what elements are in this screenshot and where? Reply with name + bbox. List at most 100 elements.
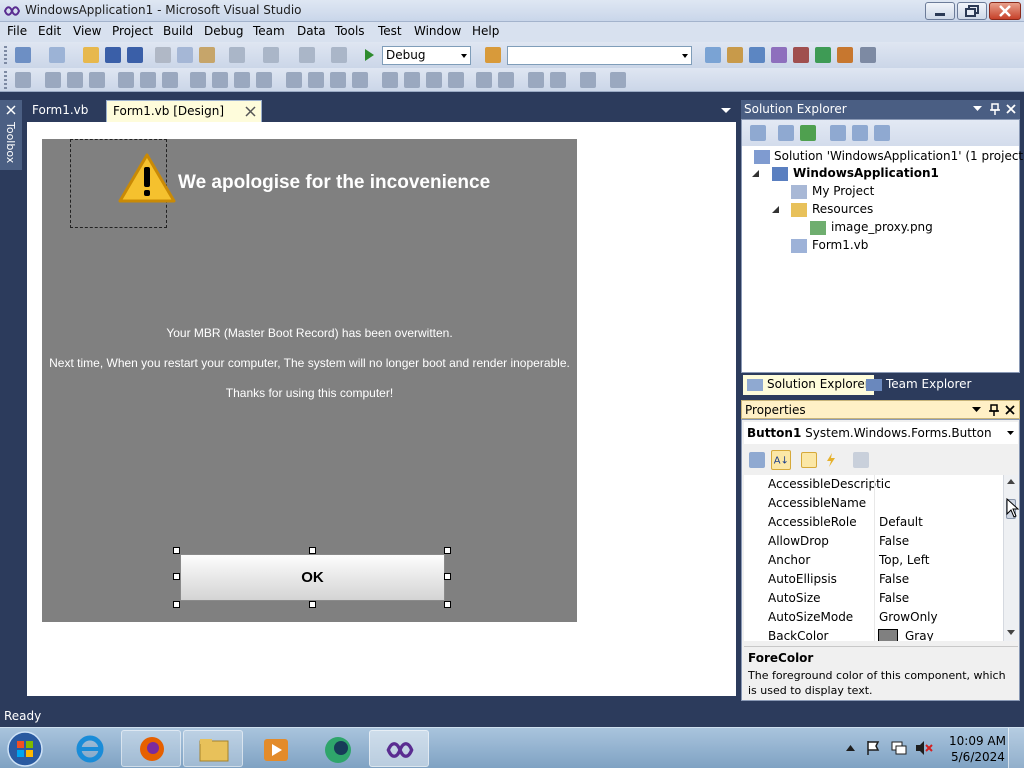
restore-button[interactable] — [957, 2, 987, 20]
bring-to-front-icon[interactable] — [528, 72, 544, 88]
resize-handle[interactable] — [173, 547, 180, 554]
action-center-icon[interactable] — [866, 740, 880, 756]
resize-handle[interactable] — [309, 547, 316, 554]
paste-icon[interactable] — [199, 47, 215, 63]
property-row[interactable]: AccessibleRole Default — [744, 513, 1002, 532]
menu-tools[interactable]: Tools — [335, 24, 365, 38]
menu-file[interactable]: File — [7, 24, 27, 38]
tab-order-icon[interactable] — [580, 72, 596, 88]
menu-window[interactable]: Window — [414, 24, 461, 38]
clock-time[interactable]: 10:09 AM — [949, 734, 1006, 748]
form-designer[interactable]: We apologise for the incovenience Your M… — [42, 139, 577, 622]
taskbar-media-player[interactable] — [245, 730, 305, 767]
send-to-back-icon[interactable] — [550, 72, 566, 88]
resize-handle[interactable] — [173, 573, 180, 580]
align-lefts-icon[interactable] — [45, 72, 61, 88]
taskbar-visual-studio[interactable] — [369, 730, 429, 767]
make-vspacing-equal-icon[interactable] — [382, 72, 398, 88]
events-icon[interactable] — [823, 452, 839, 468]
volume-muted-icon[interactable] — [914, 740, 934, 756]
center-horizontally-icon[interactable] — [476, 72, 492, 88]
tree-my-project[interactable]: My Project — [812, 184, 874, 198]
remove-vspacing-icon[interactable] — [448, 72, 464, 88]
align-centers-icon[interactable] — [67, 72, 83, 88]
property-row[interactable]: BackColor Gray — [744, 627, 1002, 641]
solution-explorer-icon[interactable] — [705, 47, 721, 63]
network-icon[interactable] — [890, 740, 908, 756]
toolbox-icon[interactable] — [771, 47, 787, 63]
align-rights-icon[interactable] — [89, 72, 105, 88]
show-all-files-icon[interactable] — [778, 125, 794, 141]
picturebox-warning[interactable] — [70, 139, 176, 228]
scroll-down-icon[interactable] — [1006, 629, 1016, 637]
view-class-diagram-icon[interactable] — [874, 125, 890, 141]
menu-project[interactable]: Project — [112, 24, 153, 38]
add-item-icon[interactable] — [49, 47, 65, 63]
view-designer-icon[interactable] — [852, 125, 868, 141]
property-row[interactable]: AccessibleName — [744, 494, 1002, 513]
lock-controls-icon[interactable] — [610, 72, 626, 88]
resize-handle[interactable] — [309, 601, 316, 608]
menu-team[interactable]: Team — [253, 24, 285, 38]
remove-hspacing-icon[interactable] — [352, 72, 368, 88]
alphabetical-icon[interactable]: A↓ — [771, 450, 791, 470]
undo-icon[interactable] — [229, 47, 245, 63]
make-same-height-icon[interactable] — [212, 72, 228, 88]
dropdown-icon[interactable] — [972, 407, 981, 413]
close-icon[interactable] — [1006, 104, 1016, 114]
tree-image-proxy[interactable]: image_proxy.png — [831, 220, 933, 234]
decrease-hspacing-icon[interactable] — [330, 72, 346, 88]
menu-test[interactable]: Test — [378, 24, 402, 38]
show-desktop-button[interactable] — [1008, 728, 1024, 768]
menu-help[interactable]: Help — [472, 24, 499, 38]
start-page-icon[interactable] — [815, 47, 831, 63]
resize-handle[interactable] — [173, 601, 180, 608]
close-icon[interactable] — [1005, 405, 1015, 415]
close-button[interactable] — [989, 2, 1021, 20]
new-project-icon[interactable] — [15, 47, 31, 63]
taskbar-ie[interactable] — [59, 730, 119, 767]
property-row[interactable]: AutoSizeMode GrowOnly — [744, 608, 1002, 627]
property-row[interactable]: Anchor Top, Left — [744, 551, 1002, 570]
increase-vspacing-icon[interactable] — [404, 72, 420, 88]
open-folder-icon[interactable] — [83, 47, 99, 63]
scroll-up-icon[interactable] — [1006, 478, 1016, 486]
copy-icon[interactable] — [177, 47, 193, 63]
start-button-icon[interactable] — [6, 730, 44, 768]
start-debugging-icon[interactable] — [361, 47, 377, 63]
find-in-files-icon[interactable] — [485, 47, 501, 63]
taskbar-app[interactable] — [307, 730, 367, 767]
clock-date[interactable]: 5/6/2024 — [951, 750, 1005, 764]
find-combo[interactable] — [507, 46, 692, 65]
toolbar-grip[interactable] — [4, 71, 7, 89]
resize-handle[interactable] — [444, 573, 451, 580]
toolbar-grip[interactable] — [4, 46, 7, 64]
solution-config-dropdown[interactable]: Debug — [382, 46, 471, 65]
cut-icon[interactable] — [155, 47, 171, 63]
resize-handle[interactable] — [444, 547, 451, 554]
toolbox-panel-tab[interactable]: Toolbox — [0, 100, 22, 170]
tab-form1-design[interactable]: Form1.vb [Design] — [106, 100, 262, 122]
resize-handle[interactable] — [444, 601, 451, 608]
tab-overflow-icon[interactable] — [721, 108, 731, 114]
tab-team-explorer[interactable]: Team Explorer — [862, 375, 976, 395]
make-same-width-icon[interactable] — [190, 72, 206, 88]
show-hidden-icons[interactable] — [846, 745, 855, 751]
pin-icon[interactable] — [990, 103, 1000, 115]
object-selector[interactable]: Button1 System.Windows.Forms.Button — [744, 422, 1018, 444]
extension-manager-icon[interactable] — [837, 47, 853, 63]
tree-resources[interactable]: Resources — [812, 202, 873, 216]
align-to-grid-icon[interactable] — [15, 72, 31, 88]
properties-icon[interactable] — [750, 125, 766, 141]
save-icon[interactable] — [105, 47, 121, 63]
property-pages-icon[interactable] — [853, 452, 869, 468]
tree-form1[interactable]: Form1.vb — [812, 238, 868, 252]
menu-data[interactable]: Data — [297, 24, 326, 38]
taskbar-firefox[interactable] — [121, 730, 181, 767]
property-row[interactable]: AccessibleDescriptic — [744, 475, 1002, 494]
refresh-icon[interactable] — [800, 125, 816, 141]
increase-hspacing-icon[interactable] — [308, 72, 324, 88]
menu-build[interactable]: Build — [163, 24, 193, 38]
menu-debug[interactable]: Debug — [204, 24, 243, 38]
close-tab-icon[interactable] — [245, 106, 256, 117]
